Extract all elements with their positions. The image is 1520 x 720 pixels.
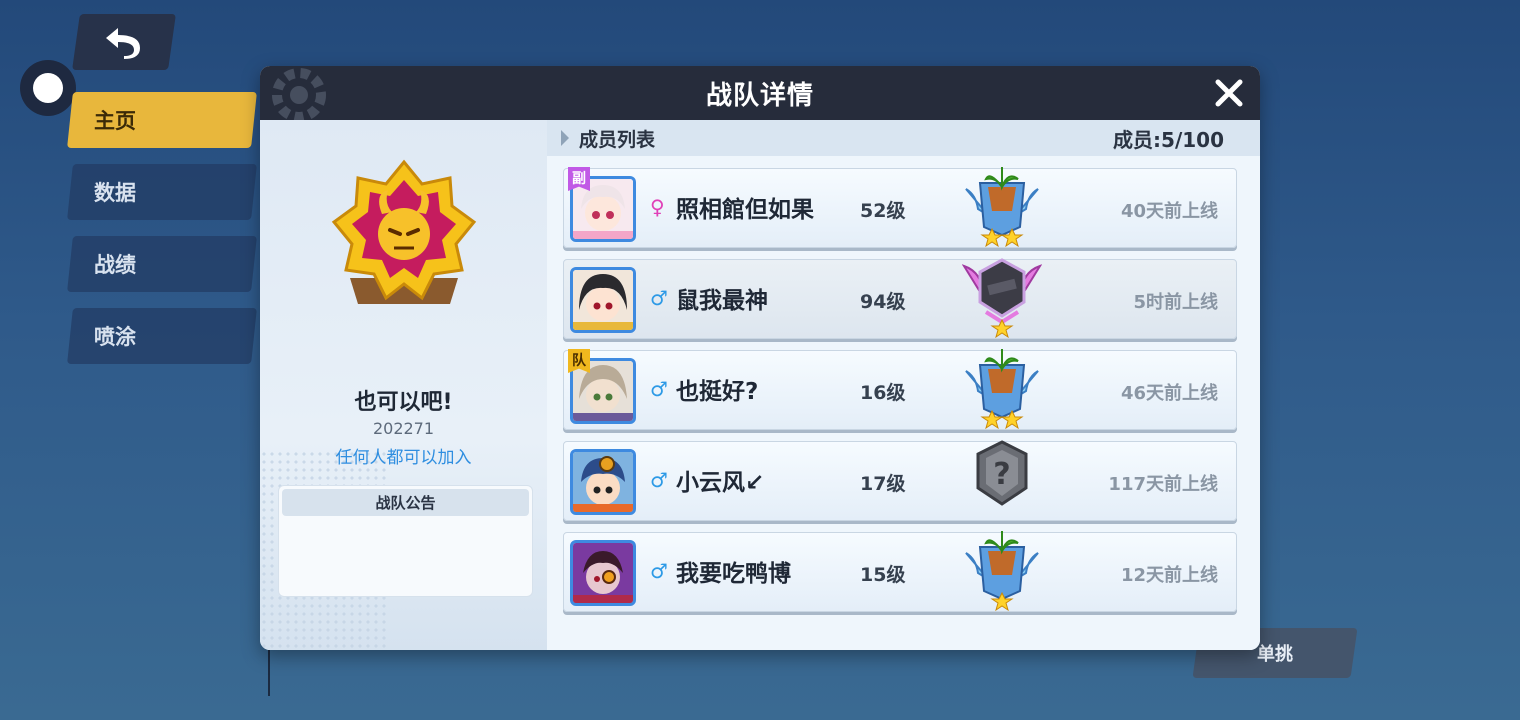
avatar[interactable] <box>570 540 636 606</box>
male-icon: ♂ <box>650 286 668 310</box>
member-list-header: 成员列表 成员:5/100 <box>547 120 1260 156</box>
side-menu-data[interactable]: 数据 <box>67 164 257 220</box>
join-policy-link[interactable]: 任何人都可以加入 <box>260 443 547 468</box>
member-level: 17级 <box>860 473 906 495</box>
female-icon: ♀ <box>650 195 665 219</box>
member-row[interactable]: ♂ 我要吃鸭博 15级 12天前上线 <box>563 531 1237 612</box>
pot-plant-silver-wings-icon <box>965 531 1039 612</box>
avatar[interactable] <box>570 449 636 515</box>
last-online: 46天前上线 <box>1120 383 1218 404</box>
team-name: 也可以吧! <box>354 390 453 415</box>
member-row[interactable]: ♂ 鼠我最神 94级 5时前上线 <box>563 258 1237 339</box>
side-menu-record[interactable]: 战绩 <box>67 236 257 292</box>
white-dot-icon <box>33 73 63 103</box>
modal-title: 战队详情 <box>705 80 814 111</box>
last-online: 117天前上线 <box>1108 474 1218 495</box>
last-online: 12天前上线 <box>1120 565 1218 586</box>
svg-text:?: ? <box>993 457 1010 492</box>
member-row[interactable]: ♂ 小云风↙ 17级 ? 117天前上线 <box>563 440 1237 521</box>
member-level: 94级 <box>860 291 906 313</box>
pot-plant-silver-wings-icon <box>965 349 1039 430</box>
member-name: 我要吃鸭博 <box>676 561 791 587</box>
member-row[interactable]: 副 ♀ 照相館但如果 52级 40天前上线 <box>563 167 1237 248</box>
dark-gem-pink-wings-icon <box>962 258 1042 339</box>
member-name: 照相館但如果 <box>676 197 814 223</box>
triangle-marker-icon <box>561 130 569 146</box>
close-icon[interactable] <box>1212 76 1246 110</box>
member-row[interactable]: 队 ♂ 也挺好? 16级 46天前上线 <box>563 349 1237 430</box>
back-button[interactable] <box>72 14 176 70</box>
member-name: 鼠我最神 <box>676 288 768 314</box>
unknown-rank-shield-icon: ? <box>976 440 1028 506</box>
avatar[interactable] <box>570 267 636 333</box>
male-icon: ♂ <box>650 559 668 583</box>
member-list-title: 成员列表 <box>579 128 656 151</box>
team-notice-box: 战队公告 <box>278 485 533 597</box>
member-level: 16级 <box>860 382 906 404</box>
team-details-modal: 战队详情 也可以吧! 202271 任何人都可以加入 战队公告 成员列表 成员:… <box>260 66 1260 650</box>
member-name: 小云风↙ <box>676 470 765 496</box>
back-arrow-icon <box>106 28 140 59</box>
member-name: 也挺好? <box>676 379 759 405</box>
side-menu-home[interactable]: 主页 <box>67 92 257 148</box>
member-level: 15级 <box>860 564 906 586</box>
side-menu-spray[interactable]: 喷涂 <box>67 308 257 364</box>
last-online: 40天前上线 <box>1120 201 1218 222</box>
last-online: 5时前上线 <box>1133 292 1218 313</box>
team-emblem-icon <box>331 159 477 304</box>
member-count: 成员:5/100 <box>1113 127 1224 152</box>
toggle-dot-button[interactable] <box>20 60 76 116</box>
modal-header: 战队详情 <box>260 66 1260 122</box>
team-info-panel: 也可以吧! 202271 任何人都可以加入 战队公告 <box>260 120 547 650</box>
pot-plant-silver-wings-icon <box>965 167 1039 248</box>
divider <box>268 650 270 696</box>
male-icon: ♂ <box>650 377 668 401</box>
notice-title: 战队公告 <box>282 489 529 516</box>
member-list-panel: 成员列表 成员:5/100 副 ♀ 照相館但如果 52级 40天前上线 ♂ 鼠我… <box>547 120 1260 650</box>
team-id: 202271 <box>372 419 435 438</box>
member-level: 52级 <box>860 200 906 222</box>
male-icon: ♂ <box>650 468 668 492</box>
